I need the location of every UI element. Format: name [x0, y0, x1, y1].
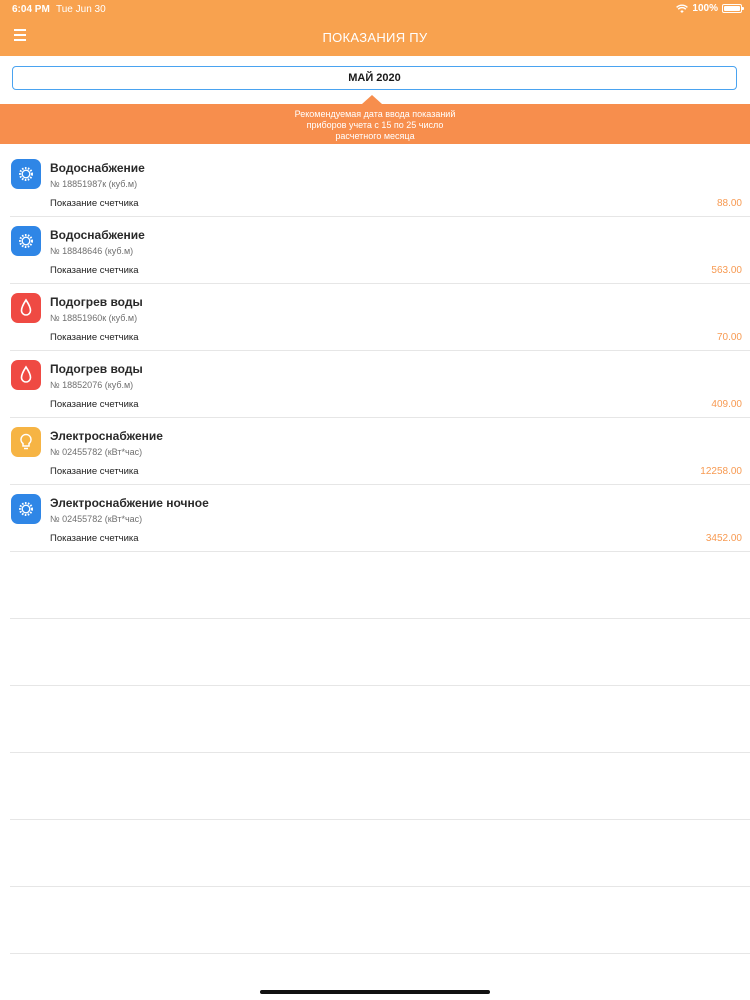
meter-title: Подогрев воды — [50, 295, 143, 309]
banner-line: расчетного месяца — [335, 131, 415, 141]
meter-value: 3452.00 — [705, 533, 742, 544]
banner-line: приборов учета с 15 по 25 число — [306, 120, 444, 130]
status-indicators: 100% — [676, 3, 744, 14]
month-selector[interactable]: МАЙ 2020 — [12, 66, 737, 90]
meter-value: 88.00 — [716, 198, 742, 209]
meter-label: Показание счетчика — [50, 198, 139, 209]
empty-row — [10, 753, 750, 820]
meter-value: 409.00 — [711, 399, 742, 410]
page-title: ПОКАЗАНИЯ ПУ — [322, 30, 428, 45]
recommendation-banner: Рекомендуемая дата ввода показаний прибо… — [0, 104, 750, 144]
water-drop-icon — [11, 293, 41, 323]
empty-row — [10, 820, 750, 887]
meter-row[interactable]: Водоснабжение № 18848646 (куб.м) Показан… — [10, 217, 750, 284]
meter-value: 563.00 — [711, 265, 742, 276]
banner-pointer — [362, 95, 382, 104]
empty-row — [10, 552, 750, 619]
empty-row — [10, 619, 750, 686]
banner-line: Рекомендуемая дата ввода показаний — [294, 109, 456, 119]
meter-serial: № 18851960к (куб.м) — [50, 313, 138, 323]
lightbulb-icon — [11, 427, 41, 457]
meter-label: Показание счетчика — [50, 533, 139, 544]
meter-value: 12258.00 — [700, 466, 742, 477]
meter-label: Показание счетчика — [50, 466, 139, 477]
meter-list: Водоснабжение № 18851987к (куб.м) Показа… — [0, 150, 750, 954]
meter-row[interactable]: Водоснабжение № 18851987к (куб.м) Показа… — [10, 150, 750, 217]
meter-label: Показание счетчика — [50, 399, 139, 410]
meter-serial: № 02455782 (кВт*час) — [50, 447, 143, 457]
navigation-bar: ПОКАЗАНИЯ ПУ — [0, 18, 750, 56]
water-drop-icon — [11, 360, 41, 390]
meter-title: Электроснабжение ночное — [50, 496, 209, 510]
meter-serial: № 18852076 (куб.м) — [50, 380, 134, 390]
meter-title: Электроснабжение — [50, 429, 163, 443]
gear-icon — [11, 494, 41, 524]
meter-title: Водоснабжение — [50, 161, 145, 175]
empty-row — [10, 686, 750, 753]
meter-label: Показание счетчика — [50, 332, 139, 343]
meter-serial: № 18851987к (куб.м) — [50, 179, 138, 189]
meter-value: 70.00 — [716, 332, 742, 343]
meter-row[interactable]: Подогрев воды № 18851960к (куб.м) Показа… — [10, 284, 750, 351]
battery-percent: 100% — [692, 3, 718, 14]
meter-row[interactable]: Электроснабжение № 02455782 (кВт*час) По… — [10, 418, 750, 485]
meter-serial: № 18848646 (куб.м) — [50, 246, 134, 256]
gear-icon — [11, 159, 41, 189]
meter-row[interactable]: Подогрев воды № 18852076 (куб.м) Показан… — [10, 351, 750, 418]
meter-serial: № 02455782 (кВт*час) — [50, 514, 143, 524]
meter-row[interactable]: Электроснабжение ночное № 02455782 (кВт*… — [10, 485, 750, 552]
wifi-icon — [676, 3, 689, 13]
status-bar: 6:04 PM Tue Jun 30 100% — [0, 0, 750, 18]
meter-title: Водоснабжение — [50, 228, 145, 242]
status-time: 6:04 PM — [12, 4, 50, 15]
empty-row — [10, 887, 750, 954]
gear-icon — [11, 226, 41, 256]
battery-icon — [722, 4, 744, 13]
meter-title: Подогрев воды — [50, 362, 143, 376]
status-date: Tue Jun 30 — [56, 4, 106, 15]
meter-label: Показание счетчика — [50, 265, 139, 276]
home-indicator — [260, 990, 490, 994]
